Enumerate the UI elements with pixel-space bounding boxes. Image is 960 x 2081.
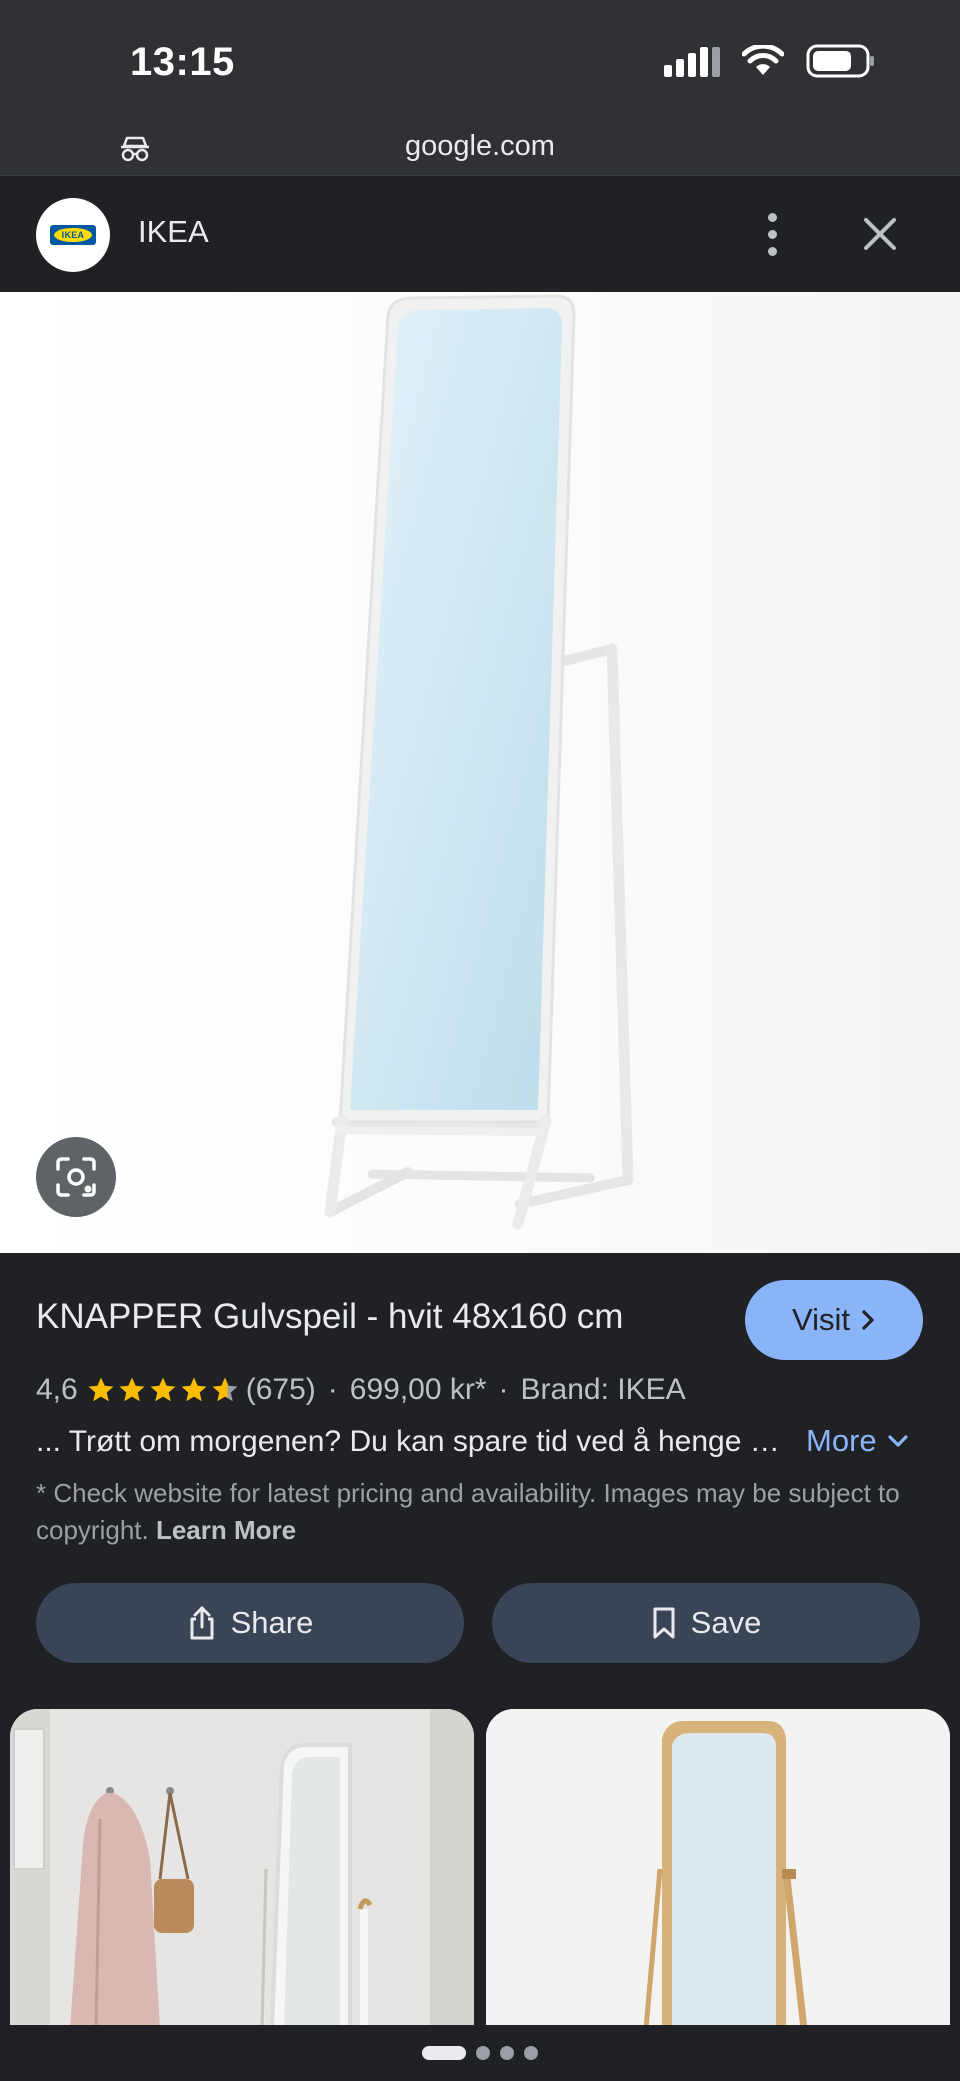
hallway-mirror-photo (10, 1709, 474, 2029)
price: 699,00 kr* (349, 1373, 487, 1406)
product-image[interactable] (0, 292, 960, 1253)
pager-dot[interactable] (500, 2046, 514, 2060)
share-button[interactable]: Share (36, 1583, 464, 1663)
related-image-thumbnail[interactable] (10, 1709, 474, 2029)
separator-dot: · (498, 1373, 509, 1406)
brand: Brand: IKEA (520, 1373, 686, 1406)
share-icon (190, 1606, 214, 1640)
status-bar: 13:15 (0, 0, 960, 120)
carousel-pager (0, 2025, 960, 2081)
more-button[interactable]: More (806, 1423, 909, 1459)
bookmark-icon (653, 1607, 675, 1639)
site-name: IKEA (138, 214, 209, 249)
product-meta: 4,6 (675) · 699,00 kr* · Brand: IKEA (36, 1373, 686, 1407)
save-label: Save (690, 1605, 762, 1640)
wooden-mirror-photo (486, 1709, 950, 2029)
site-logo: IKEA (36, 198, 110, 272)
chevron-down-icon (888, 1435, 908, 1447)
ikea-logo-icon: IKEA (50, 225, 96, 245)
result-header: IKEA IKEA (0, 176, 960, 292)
star-icon (181, 1377, 207, 1402)
pager-dot-active[interactable] (422, 2046, 466, 2060)
url-bar[interactable]: google.com (0, 120, 960, 176)
more-options-icon[interactable] (752, 206, 792, 262)
rating-stars (86, 1375, 240, 1405)
save-button[interactable]: Save (492, 1583, 920, 1663)
clock: 13:15 (130, 40, 235, 84)
star-icon (150, 1377, 176, 1402)
star-icon (212, 1377, 238, 1402)
cellular-signal-icon (664, 45, 720, 77)
rating-value: 4,6 (36, 1373, 78, 1406)
status-icons (664, 44, 876, 78)
mirror-illustration (0, 292, 960, 1253)
pager-dot[interactable] (524, 2046, 538, 2060)
related-image-thumbnail[interactable] (486, 1709, 950, 2029)
star-icon (88, 1377, 114, 1402)
wifi-icon (742, 45, 784, 77)
description-snippet: ... Trøtt om morgenen? Du kan spare tid … (36, 1425, 788, 1458)
more-label: More (806, 1423, 877, 1458)
pager-dot[interactable] (476, 2046, 490, 2060)
close-icon[interactable] (856, 210, 904, 258)
chevron-right-icon (862, 1310, 874, 1330)
share-label: Share (230, 1605, 314, 1640)
lens-search-icon[interactable] (36, 1137, 116, 1217)
review-count: (675) (245, 1373, 316, 1406)
pricing-disclaimer: * Check website for latest pricing and a… (36, 1475, 926, 1549)
visit-label: Visit (791, 1302, 850, 1337)
product-title[interactable]: KNAPPER Gulvspeil - hvit 48x160 cm (36, 1297, 623, 1337)
visit-button[interactable]: Visit (745, 1280, 923, 1360)
battery-icon (806, 44, 876, 78)
url-text: google.com (405, 130, 555, 162)
product-info-panel: KNAPPER Gulvspeil - hvit 48x160 cm Visit… (0, 1253, 960, 1709)
separator-dot: · (327, 1373, 338, 1406)
star-icon (119, 1377, 145, 1402)
learn-more-link[interactable]: Learn More (156, 1515, 296, 1545)
